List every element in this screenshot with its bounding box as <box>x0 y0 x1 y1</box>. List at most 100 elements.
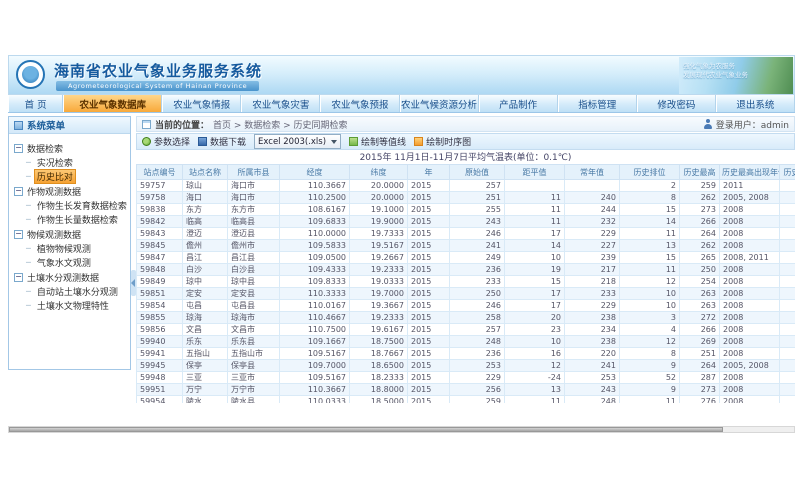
data-table: 站点编号站点名称所属市县经度纬度年原始值距平值常年值历史排位历史最高历史最高出现… <box>136 164 795 403</box>
nav-tab-9[interactable]: 退出系统 <box>716 95 795 112</box>
tree-group-header-3[interactable]: −土壤水分观测数据 <box>11 270 128 284</box>
tree-item-3-1[interactable]: ─土壤水文物理特性 <box>11 298 128 312</box>
table-cell: 59845 <box>137 240 183 252</box>
table-cell: 2008 <box>720 288 780 300</box>
user-icon <box>704 119 713 129</box>
param-select-button[interactable]: 参数选择 <box>142 135 190 148</box>
column-header-7: 距平值 <box>505 165 565 180</box>
nav-tab-8[interactable]: 修改密码 <box>637 95 716 112</box>
menu-icon <box>14 121 23 130</box>
nav-tab-6[interactable]: 产品制作 <box>479 95 558 112</box>
table-cell: 昌江 <box>183 252 228 264</box>
breadcrumb-path[interactable]: 首页 > 数据检索 > 历史同期检索 <box>213 118 348 131</box>
table-row[interactable]: 59848白沙白沙县109.433319.2333201523619217112… <box>137 264 796 276</box>
table-cell: 15 <box>620 204 680 216</box>
main-nav: 首 页农业气象数据库农业气象情报农业气象灾害农业气象预报农业气候资源分析产品制作… <box>8 95 795 113</box>
table-cell: 18.5000 <box>350 396 408 404</box>
table-row[interactable]: 59845儋州儋州市109.583319.5167201524114227132… <box>137 240 796 252</box>
table-cell: 19.7333 <box>350 228 408 240</box>
table-row[interactable]: 59855琼海琼海市110.466719.2333201525820238327… <box>137 312 796 324</box>
nav-tab-4[interactable]: 农业气象预报 <box>320 95 399 112</box>
table-row[interactable]: 59849琼中琼中县109.833319.0333201523315218122… <box>137 276 796 288</box>
table-cell: 244 <box>565 204 620 216</box>
table-row[interactable]: 59838东方东方市108.616719.1000201525511244152… <box>137 204 796 216</box>
table-cell: 176 <box>780 276 796 288</box>
table-cell: 243 <box>450 216 505 228</box>
table-cell: 2008 <box>720 240 780 252</box>
table-cell: 287 <box>680 372 720 384</box>
nav-tab-2[interactable]: 农业气象情报 <box>162 95 241 112</box>
export-format-select[interactable]: Excel 2003(.xls) <box>254 134 341 149</box>
tree-item-0-1[interactable]: ─历史比对 <box>11 169 128 183</box>
table-cell: 文昌 <box>183 324 228 336</box>
table-row[interactable]: 59757琼山海口市110.366720.0000201525722592011… <box>137 180 796 192</box>
table-row[interactable]: 59854屯昌屯昌县110.016719.3667201524617229102… <box>137 300 796 312</box>
tree-item-label: 作物生长发育数据检索 <box>34 198 128 213</box>
nav-tab-3[interactable]: 农业气象灾害 <box>241 95 320 112</box>
horizontal-scrollbar[interactable] <box>8 426 795 433</box>
table-row[interactable]: 59847昌江昌江县109.050019.2667201524910239152… <box>137 252 796 264</box>
tree-group-header-0[interactable]: −数据检索 <box>11 141 128 155</box>
save-icon <box>198 137 207 146</box>
logged-in-user: 登录用户：admin <box>704 118 789 131</box>
table-cell: 五指山 <box>183 348 228 360</box>
tree-item-3-0[interactable]: ─自动站土壤水分观测 <box>11 284 128 298</box>
tree-item-label: 土壤水文物理特性 <box>34 298 112 313</box>
collapse-icon[interactable]: − <box>14 273 23 282</box>
table-cell: 246 <box>450 228 505 240</box>
column-header-5: 年 <box>408 165 450 180</box>
tree-item-2-1[interactable]: ─气象水文观测 <box>11 255 128 269</box>
table-row[interactable]: 59951万宁万宁市110.366718.8000201525613243927… <box>137 384 796 396</box>
tree-group-3: −土壤水分观测数据─自动站土壤水分观测─土壤水文物理特性 <box>11 270 128 312</box>
nav-tab-7[interactable]: 指标管理 <box>558 95 637 112</box>
timeseries-chart-icon <box>414 137 423 146</box>
draw-timeseries-button[interactable]: 绘制时序图 <box>414 135 471 148</box>
table-cell: 澄迈县 <box>228 228 280 240</box>
table-row[interactable]: 59842临高临高县109.683319.9000201524311232142… <box>137 216 796 228</box>
column-header-11: 历史最高出现年份 <box>720 165 780 180</box>
tree-item-2-0[interactable]: ─植物物候观测 <box>11 241 128 255</box>
table-row[interactable]: 59851定安定安县110.333319.7000201525017233102… <box>137 288 796 300</box>
table-cell: 253 <box>450 360 505 372</box>
tree-group-header-1[interactable]: −作物观测数据 <box>11 184 128 198</box>
tree-item-1-1[interactable]: ─作物生长量数据检索 <box>11 212 128 226</box>
table-cell: 273 <box>680 204 720 216</box>
nav-tab-5[interactable]: 农业气候资源分析 <box>400 95 479 112</box>
sidebar-title: 系统菜单 <box>27 118 65 132</box>
table-row[interactable]: 59940乐东乐东县109.166718.7500201524810238122… <box>137 336 796 348</box>
table-row[interactable]: 59856文昌文昌市110.750019.6167201525723234426… <box>137 324 796 336</box>
table-cell: 110.3667 <box>280 180 350 192</box>
table-cell: 2008 <box>720 396 780 404</box>
table-row[interactable]: 59948三亚三亚市109.516718.23332015229-2425352… <box>137 372 796 384</box>
table-row[interactable]: 59758海口海口市110.250020.0000201525111240826… <box>137 192 796 204</box>
table-row[interactable]: 59843澄迈澄迈县110.000019.7333201524617229112… <box>137 228 796 240</box>
horizontal-scrollbar-thumb[interactable] <box>9 427 723 432</box>
table-cell: 214 <box>780 360 796 372</box>
table-cell: 59854 <box>137 300 183 312</box>
tree-item-1-0[interactable]: ─作物生长发育数据检索 <box>11 198 128 212</box>
table-cell: 3 <box>620 312 680 324</box>
table-row[interactable]: 59941五指山五指山市109.516718.76672015236162208… <box>137 348 796 360</box>
table-cell: 220 <box>565 348 620 360</box>
data-download-button[interactable]: 数据下载 <box>198 135 246 148</box>
table-cell: 257 <box>450 180 505 192</box>
table-row[interactable]: 59945保亭保亭县109.700018.6500201525312241926… <box>137 360 796 372</box>
collapse-icon[interactable]: − <box>14 144 23 153</box>
app-title: 海南省农业气象业务服务系统 <box>54 60 262 81</box>
main-panel: 参数选择 数据下载 Excel 2003(.xls) 绘制等值线 绘制时序图 <box>136 133 795 403</box>
collapse-icon[interactable]: − <box>14 187 23 196</box>
table-cell: 59758 <box>137 192 183 204</box>
table-cell: 247 <box>780 180 796 192</box>
table-cell: 11 <box>505 204 565 216</box>
table-cell: 257 <box>450 324 505 336</box>
table-cell: 万宁 <box>183 384 228 396</box>
tree-group-header-2[interactable]: −物候观测数据 <box>11 227 128 241</box>
tree-item-0-0[interactable]: ─实况检索 <box>11 155 128 169</box>
draw-isoline-button[interactable]: 绘制等值线 <box>349 135 406 148</box>
table-cell: 20.0000 <box>350 192 408 204</box>
nav-tab-1[interactable]: 农业气象数据库 <box>63 95 162 112</box>
table-row[interactable]: 59954陵水陵水县110.033318.5000201525911248112… <box>137 396 796 404</box>
table-cell: 229 <box>565 228 620 240</box>
collapse-icon[interactable]: − <box>14 230 23 239</box>
nav-tab-0[interactable]: 首 页 <box>8 95 63 112</box>
